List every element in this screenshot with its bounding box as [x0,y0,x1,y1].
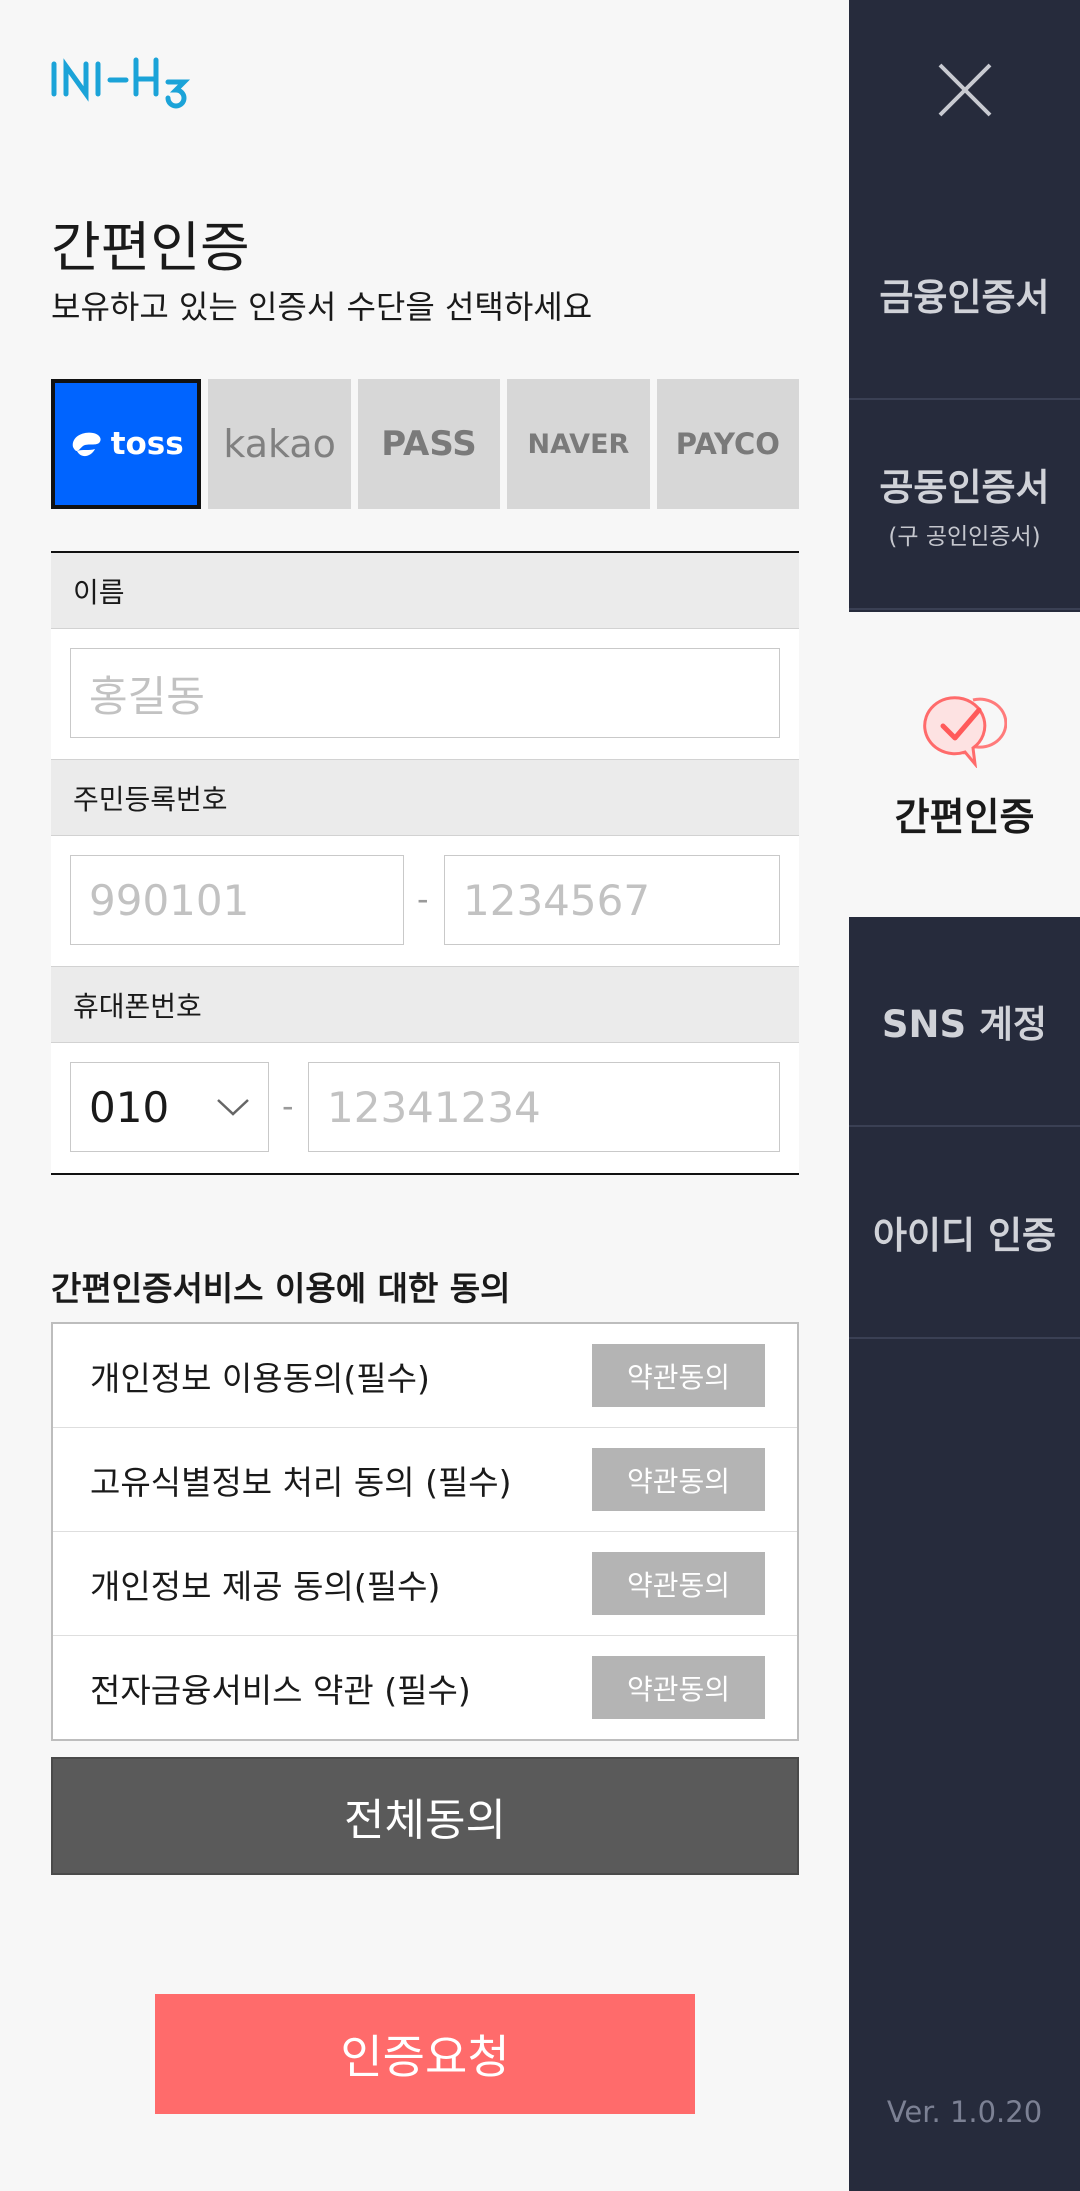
sidebar: 금융인증서 공동인증서 (구 공인인증서) 간편인증 SNS 계정 아이디 인증… [849,0,1080,2191]
terms-agree-button[interactable]: 약관동의 [592,1656,765,1719]
provider-tabs: toss kakao PASS NAVER PAYCO [51,379,800,509]
logo [50,52,210,121]
page-title: 간편인증 [51,216,250,279]
phone-dash: - [282,1087,294,1125]
consent-label: 개인정보 제공 동의(필수) [90,1566,441,1606]
provider-label: kakao [223,422,336,466]
rrn-dash: - [417,880,429,918]
provider-label: NAVER [527,428,630,460]
name-label: 이름 [51,553,799,629]
consent-list: 개인정보 이용동의(필수) 약관동의 고유식별정보 처리 동의 (필수) 약관동… [51,1322,799,1741]
sidebar-item-label: 아이디 인증 [872,1214,1057,1257]
agree-all-button[interactable]: 전체동의 [51,1757,799,1875]
terms-agree-button[interactable]: 약관동의 [592,1344,765,1407]
terms-agree-button[interactable]: 약관동의 [592,1448,765,1511]
name-row: 홍길동 [51,629,799,760]
sidebar-item-sns[interactable]: SNS 계정 [849,917,1080,1127]
request-auth-button[interactable]: 인증요청 [155,1994,695,2114]
consent-row: 개인정보 이용동의(필수) 약관동의 [53,1324,797,1428]
terms-agree-button[interactable]: 약관동의 [592,1552,765,1615]
provider-pass-button[interactable]: PASS [357,379,501,509]
identity-form: 이름 홍길동 주민등록번호 990101 - 1234567 휴대폰번호 010… [51,551,799,1175]
phone-label: 휴대폰번호 [51,967,799,1043]
rrn-back-input[interactable]: 1234567 [444,855,780,945]
sidebar-item-label: 공동인증서 [879,466,1050,509]
provider-naver-button[interactable]: NAVER [507,379,650,509]
sidebar-item-sublabel: (구 공인인증서) [888,524,1041,550]
phone-prefix-value: 010 [89,1082,170,1132]
sidebar-item-simple-auth[interactable]: 간편인증 [849,612,1080,917]
phone-row: 010 - 12341234 [51,1043,799,1173]
page-subtitle: 보유하고 있는 인증서 수단을 선택하세요 [51,288,593,326]
sidebar-item-label: SNS 계정 [881,1003,1048,1046]
consent-label: 개인정보 이용동의(필수) [90,1358,430,1398]
provider-label: PAYCO [675,427,780,461]
provider-label: toss [110,426,184,462]
consent-row: 고유식별정보 처리 동의 (필수) 약관동의 [53,1428,797,1532]
provider-toss-button[interactable]: toss [51,379,202,509]
sidebar-item-id-auth[interactable]: 아이디 인증 [849,1127,1080,1339]
sidebar-item-label: 간편인증 [894,795,1035,839]
chevron-down-icon [217,1099,249,1116]
consent-label: 고유식별정보 처리 동의 (필수) [90,1462,512,1502]
phone-prefix-select[interactable]: 010 [70,1062,269,1152]
consent-row: 전자금융서비스 약관 (필수) 약관동의 [53,1636,797,1739]
rrn-label: 주민등록번호 [51,760,799,836]
sidebar-item-joint-cert[interactable]: 공동인증서 (구 공인인증서) [849,400,1080,610]
sidebar-item-financial-cert[interactable]: 금융인증서 [849,190,1080,400]
sidebar-item-label: 금융인증서 [879,276,1050,319]
toss-logo-icon [72,432,101,457]
close-icon [938,63,991,117]
chat-check-icon [922,696,1007,768]
phone-number-input[interactable]: 12341234 [308,1062,780,1152]
provider-kakao-button[interactable]: kakao [208,379,351,509]
consent-label: 전자금융서비스 약관 (필수) [90,1670,471,1710]
version-text: Ver. 1.0.20 [886,2095,1043,2129]
provider-payco-button[interactable]: PAYCO [656,379,800,509]
rrn-row: 990101 - 1234567 [51,836,799,967]
consent-title: 간편인증서비스 이용에 대한 동의 [51,1269,511,1308]
rrn-front-input[interactable]: 990101 [70,855,404,945]
name-input[interactable]: 홍길동 [70,648,780,738]
close-button[interactable] [849,0,1080,180]
provider-label: PASS [381,424,477,464]
consent-row: 개인정보 제공 동의(필수) 약관동의 [53,1532,797,1636]
main-panel: 간편인증 보유하고 있는 인증서 수단을 선택하세요 toss kakao PA… [0,0,849,2191]
